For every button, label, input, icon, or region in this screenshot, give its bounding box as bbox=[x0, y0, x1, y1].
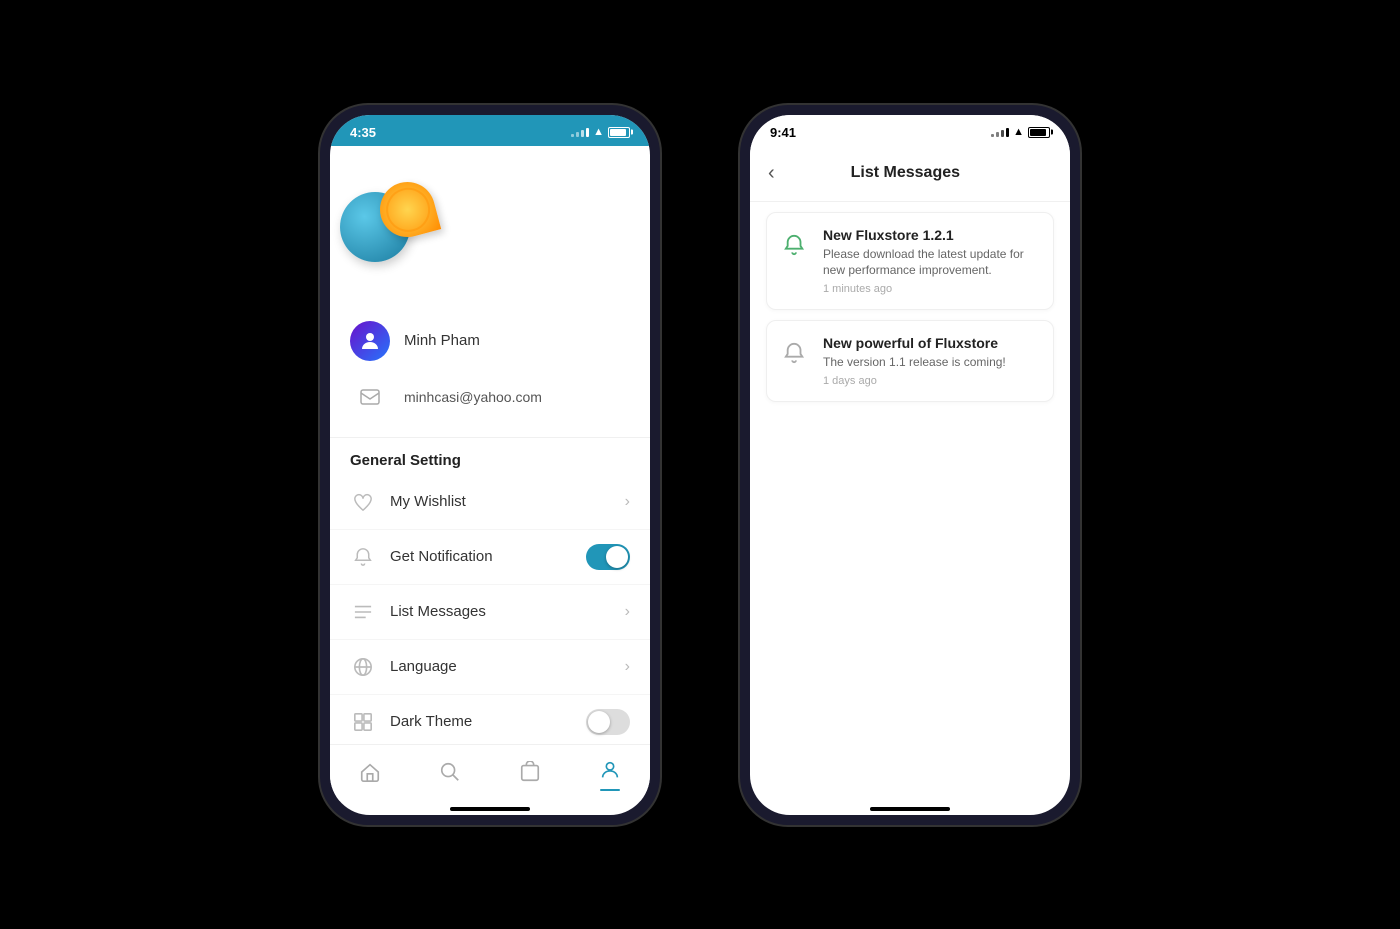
wishlist-chevron: › bbox=[625, 493, 630, 511]
language-icon bbox=[350, 654, 376, 680]
notification-label: Get Notification bbox=[390, 548, 572, 565]
notification-toggle-knob bbox=[606, 546, 628, 568]
dark-theme-label: Dark Theme bbox=[390, 713, 572, 730]
list-messages-title: List Messages bbox=[785, 164, 1026, 182]
profile-name: Minh Pham bbox=[404, 332, 480, 349]
message-time-2: 1 days ago bbox=[823, 375, 1041, 387]
message-body-2: The version 1.1 release is coming! bbox=[823, 354, 1041, 371]
phone2-shell: 9:41 ▲ ‹ List Messages bbox=[740, 105, 1080, 825]
phone1-screen: 4:35 ▲ ⊞ Setting bbox=[330, 115, 650, 815]
bottom-nav bbox=[330, 744, 650, 801]
status-bar-1: 4:35 ▲ bbox=[330, 115, 650, 146]
language-chevron: › bbox=[625, 658, 630, 676]
nav-home[interactable] bbox=[349, 757, 391, 793]
bell-icon-inactive bbox=[779, 337, 811, 369]
home-indicator bbox=[450, 807, 530, 811]
avatar bbox=[350, 321, 390, 361]
status-bar-2: 9:41 ▲ bbox=[750, 115, 1070, 146]
fruit-image bbox=[330, 177, 450, 267]
cart-icon bbox=[519, 761, 541, 789]
message-card-2[interactable]: New powerful of Fluxstore The version 1.… bbox=[766, 320, 1054, 402]
notification-toggle[interactable] bbox=[586, 544, 630, 570]
message-content-1: New Fluxstore 1.2.1 Please download the … bbox=[823, 227, 1041, 296]
menu-item-wishlist[interactable]: My Wishlist › bbox=[330, 475, 650, 530]
message-time-1: 1 minutes ago bbox=[823, 283, 1041, 295]
message-content-2: New powerful of Fluxstore The version 1.… bbox=[823, 335, 1041, 387]
menu-item-dark-theme[interactable]: Dark Theme bbox=[330, 695, 650, 744]
menu-item-list-messages[interactable]: List Messages › bbox=[330, 585, 650, 640]
message-body-1: Please download the latest update for ne… bbox=[823, 246, 1041, 280]
notification-icon bbox=[350, 544, 376, 570]
message-card-1[interactable]: New Fluxstore 1.2.1 Please download the … bbox=[766, 212, 1054, 311]
nav-active-indicator bbox=[600, 789, 620, 791]
list-messages-chevron: › bbox=[625, 603, 630, 621]
nav-profile[interactable] bbox=[589, 755, 631, 795]
profile-section: Minh Pham minhcasi@yahoo.com bbox=[330, 301, 650, 438]
profile-icon bbox=[599, 759, 621, 787]
message-list: New Fluxstore 1.2.1 Please download the … bbox=[750, 202, 1070, 422]
language-label: Language bbox=[390, 658, 611, 675]
menu-item-language[interactable]: Language › bbox=[330, 640, 650, 695]
grid-icon: ⊞ bbox=[330, 146, 650, 167]
bell-icon-active bbox=[779, 229, 811, 261]
nav-search[interactable] bbox=[429, 757, 471, 793]
profile-name-row: Minh Pham bbox=[350, 313, 630, 369]
signal-icon-2 bbox=[991, 128, 1009, 137]
message-title-2: New powerful of Fluxstore bbox=[823, 335, 1041, 351]
phone2-screen: 9:41 ▲ ‹ List Messages bbox=[750, 115, 1070, 815]
status-time: 4:35 bbox=[350, 125, 376, 140]
status-icons: ▲ bbox=[571, 126, 630, 138]
general-setting-label: General Setting bbox=[330, 438, 650, 475]
search-icon bbox=[439, 761, 461, 789]
wifi-icon: ▲ bbox=[593, 126, 604, 138]
list-messages-icon bbox=[350, 599, 376, 625]
screen-title: Setting bbox=[330, 275, 650, 301]
status-time-2: 9:41 bbox=[770, 125, 796, 140]
message-title-1: New Fluxstore 1.2.1 bbox=[823, 227, 1041, 243]
list-messages-label: List Messages bbox=[390, 603, 611, 620]
menu-item-notification[interactable]: Get Notification bbox=[330, 530, 650, 585]
battery-icon bbox=[608, 127, 630, 138]
dark-theme-toggle[interactable] bbox=[586, 709, 630, 735]
home-indicator-2 bbox=[870, 807, 950, 811]
email-row: minhcasi@yahoo.com bbox=[350, 369, 630, 425]
home-icon bbox=[359, 761, 381, 789]
header-background: ⊞ Setting bbox=[330, 146, 650, 301]
phone1-shell: 4:35 ▲ ⊞ Setting bbox=[320, 105, 660, 825]
battery-icon-2 bbox=[1028, 127, 1050, 138]
signal-icon bbox=[571, 128, 589, 137]
status-icons-2: ▲ bbox=[991, 126, 1050, 138]
wishlist-icon bbox=[350, 489, 376, 515]
back-button[interactable]: ‹ bbox=[766, 160, 785, 187]
dark-theme-toggle-knob bbox=[588, 711, 610, 733]
screen-body: Minh Pham minhcasi@yahoo.com General Set… bbox=[330, 301, 650, 744]
dark-theme-icon bbox=[350, 709, 376, 735]
nav-cart[interactable] bbox=[509, 757, 551, 793]
wishlist-label: My Wishlist bbox=[390, 493, 611, 510]
profile-email: minhcasi@yahoo.com bbox=[404, 389, 542, 405]
wifi-icon-2: ▲ bbox=[1013, 126, 1024, 138]
mail-icon bbox=[350, 377, 390, 417]
list-messages-header: ‹ List Messages bbox=[750, 146, 1070, 202]
